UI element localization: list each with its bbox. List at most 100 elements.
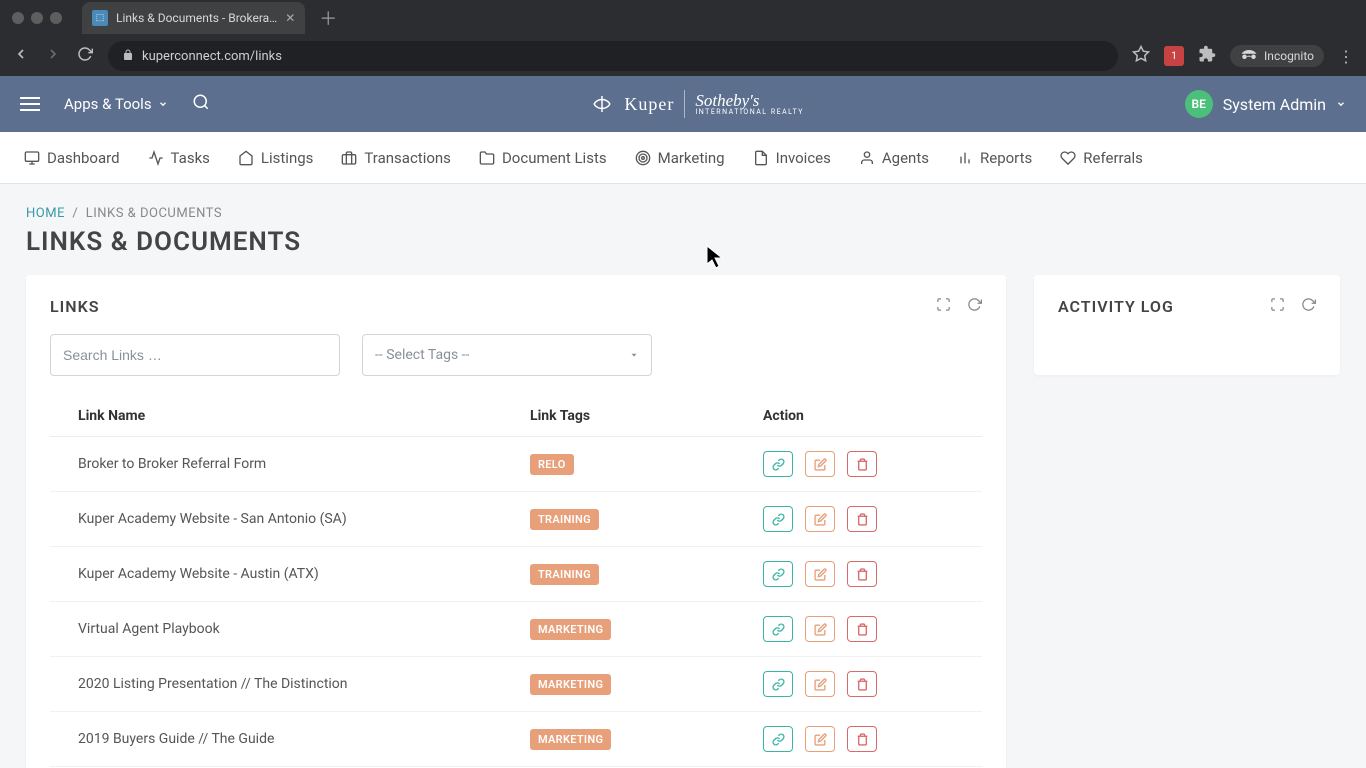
reload-button[interactable] <box>76 46 94 66</box>
nav-document-lists[interactable]: Document Lists <box>479 149 607 167</box>
chevron-down-icon <box>158 99 168 109</box>
tag-pill: TRAINING <box>530 509 599 530</box>
search-links-input[interactable] <box>50 334 340 376</box>
new-tab-button[interactable]: ＋ <box>319 5 337 31</box>
extension-icon[interactable]: 1 <box>1164 46 1184 66</box>
col-link-name: Link Name <box>50 396 516 437</box>
back-button[interactable] <box>12 46 30 66</box>
delete-link-button[interactable] <box>847 451 877 477</box>
edit-link-button[interactable] <box>805 561 835 587</box>
nav-agents[interactable]: Agents <box>859 149 929 167</box>
maximize-icon <box>936 297 951 312</box>
maximize-window-dot[interactable] <box>50 12 62 24</box>
cell-actions <box>749 657 982 712</box>
app-header: Apps & Tools Kuper Sotheby's INTERNATION… <box>0 76 1366 132</box>
edit-link-button[interactable] <box>805 451 835 477</box>
brand-sothebys-subtext: INTERNATIONAL REALTY <box>695 109 804 116</box>
address-bar[interactable]: kuperconnect.com/links <box>108 41 1118 71</box>
delete-link-button[interactable] <box>847 726 877 752</box>
hamburger-menu-button[interactable] <box>20 93 40 115</box>
delete-link-button[interactable] <box>847 671 877 697</box>
browser-menu-icon[interactable]: ⋮ <box>1338 47 1354 66</box>
trash-icon <box>856 733 869 746</box>
col-action: Action <box>749 396 982 437</box>
activity-log-title: ACTIVITY LOG <box>1058 297 1174 316</box>
expand-activity-button[interactable] <box>1270 297 1285 316</box>
edit-link-button[interactable] <box>805 506 835 532</box>
link-icon <box>772 513 785 526</box>
cell-link-tag: MARKETING <box>516 712 749 767</box>
tag-pill: MARKETING <box>530 729 611 750</box>
nav-dashboard[interactable]: Dashboard <box>24 149 120 167</box>
edit-icon <box>814 678 827 691</box>
avatar-initials: BE <box>1192 97 1206 111</box>
links-card: LINKS -- Select Tags -- <box>26 275 1006 768</box>
cell-link-tag: TRAINING <box>516 547 749 602</box>
tab-close-icon[interactable]: ✕ <box>285 11 295 25</box>
edit-icon <box>814 568 827 581</box>
nav-label: Dashboard <box>47 149 120 167</box>
nav-label: Agents <box>882 149 929 167</box>
open-link-button[interactable] <box>763 451 793 477</box>
nav-label: Marketing <box>658 149 725 167</box>
nav-referrals[interactable]: Referrals <box>1060 149 1143 167</box>
trash-icon <box>856 623 869 636</box>
nav-invoices[interactable]: Invoices <box>753 149 831 167</box>
trash-icon <box>856 678 869 691</box>
edit-link-button[interactable] <box>805 616 835 642</box>
delete-link-button[interactable] <box>847 506 877 532</box>
edit-icon <box>814 458 827 471</box>
brand-mark-icon <box>590 92 614 116</box>
forward-button[interactable] <box>44 46 62 66</box>
cell-link-name: Broker to Broker Referral Form <box>50 437 516 492</box>
open-link-button[interactable] <box>763 506 793 532</box>
open-link-button[interactable] <box>763 616 793 642</box>
brand-sothebys-text: Sotheby's <box>695 92 804 109</box>
open-link-button[interactable] <box>763 671 793 697</box>
close-window-dot[interactable] <box>12 12 24 24</box>
refresh-activity-button[interactable] <box>1301 297 1316 316</box>
expand-card-button[interactable] <box>936 297 951 316</box>
table-row: 2020 Listing Presentation // The Distinc… <box>50 657 982 712</box>
delete-link-button[interactable] <box>847 616 877 642</box>
bookmark-star-icon[interactable] <box>1132 45 1150 67</box>
page-title: LINKS & DOCUMENTS <box>26 227 1340 257</box>
briefcase-icon <box>341 150 357 166</box>
nav-transactions[interactable]: Transactions <box>341 149 451 167</box>
nav-tasks[interactable]: Tasks <box>148 149 210 167</box>
incognito-badge[interactable]: Incognito <box>1230 45 1324 67</box>
cell-link-name: Kuper Academy Website - San Antonio (SA) <box>50 492 516 547</box>
links-card-title: LINKS <box>50 297 99 316</box>
edit-link-button[interactable] <box>805 726 835 752</box>
nav-marketing[interactable]: Marketing <box>635 149 725 167</box>
search-icon <box>192 93 210 111</box>
delete-link-button[interactable] <box>847 561 877 587</box>
user-menu[interactable]: BE System Admin <box>1185 90 1346 118</box>
browser-tab[interactable]: ⬚ Links & Documents - Brokera… ✕ <box>82 2 305 34</box>
extensions-puzzle-icon[interactable] <box>1198 45 1216 67</box>
open-link-button[interactable] <box>763 726 793 752</box>
avatar: BE <box>1185 90 1213 118</box>
refresh-card-button[interactable] <box>967 297 982 316</box>
nav-label: Document Lists <box>502 149 607 167</box>
home-icon <box>238 150 254 166</box>
tag-pill: RELO <box>530 454 574 475</box>
table-row: 2019 Buyers Guide // The Guide MARKETING <box>50 712 982 767</box>
edit-link-button[interactable] <box>805 671 835 697</box>
cell-actions <box>749 492 982 547</box>
cell-link-name: Kuper Academy Website - Austin (ATX) <box>50 547 516 602</box>
breadcrumb-separator: / <box>69 206 86 221</box>
nav-label: Tasks <box>171 149 210 167</box>
minimize-window-dot[interactable] <box>31 12 43 24</box>
nav-reports[interactable]: Reports <box>957 149 1032 167</box>
browser-toolbar: kuperconnect.com/links 1 Incognito ⋮ <box>0 36 1366 76</box>
table-row: Kuper Academy Website - San Antonio (SA)… <box>50 492 982 547</box>
col-link-tags: Link Tags <box>516 396 749 437</box>
apps-tools-dropdown[interactable]: Apps & Tools <box>64 95 168 113</box>
header-search-button[interactable] <box>192 93 210 115</box>
tag-select-dropdown[interactable]: -- Select Tags -- <box>362 334 652 376</box>
lock-icon <box>122 49 134 64</box>
breadcrumb-home[interactable]: HOME <box>26 206 65 221</box>
nav-listings[interactable]: Listings <box>238 149 313 167</box>
open-link-button[interactable] <box>763 561 793 587</box>
